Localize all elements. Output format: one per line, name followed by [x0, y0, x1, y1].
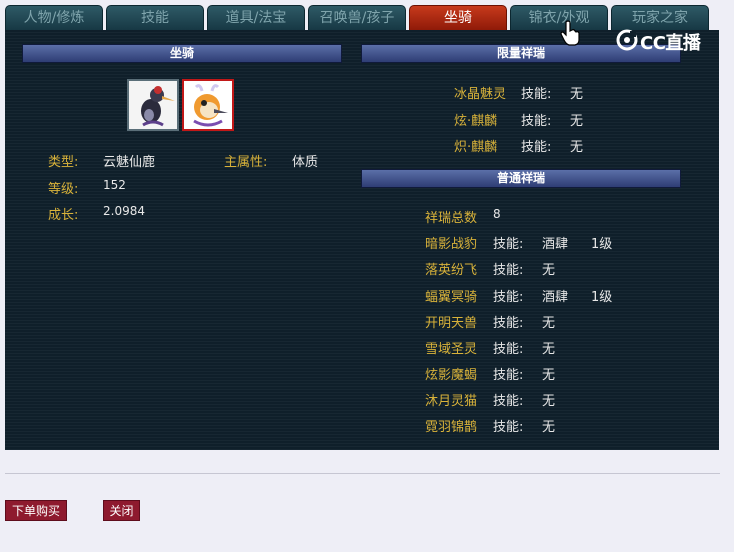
hand-cursor-icon	[560, 20, 580, 46]
growth-value: 2.0984	[103, 204, 145, 218]
normal-skill-3: 酒肆	[542, 290, 569, 305]
normal-name-8: 霓羽锦鹊	[425, 420, 478, 435]
normal-skill-level-1: 1级	[591, 237, 613, 252]
limited-skill-3: 无	[570, 140, 584, 155]
tab-skills[interactable]: 技能	[106, 5, 204, 30]
tab-character[interactable]: 人物/修炼	[5, 5, 103, 30]
mount-portrait-deer[interactable]	[182, 79, 234, 131]
normal-name-3: 蝠翼冥骑	[425, 290, 478, 305]
cc-watermark-text: CC直播	[640, 33, 701, 54]
normal-skill-4: 无	[542, 316, 556, 331]
limited-skill-2: 无	[570, 114, 584, 129]
normal-name-5: 雪域圣灵	[425, 342, 478, 357]
normal-skill-2: 无	[542, 263, 556, 278]
type-label: 类型:	[48, 155, 79, 170]
normal-skill-label-5: 技能:	[493, 342, 524, 357]
tab-items[interactable]: 道具/法宝	[207, 5, 305, 30]
limited-skill-1: 无	[570, 87, 584, 102]
crane-mount-icon	[129, 81, 177, 129]
normal-skill-1: 酒肆	[542, 237, 569, 252]
normal-skill-7: 无	[542, 394, 556, 409]
limited-skill-label-3: 技能:	[521, 140, 552, 155]
close-button[interactable]: 关闭	[103, 500, 140, 521]
cc-logo-icon	[616, 29, 638, 51]
mount-header: 坐骑	[22, 44, 342, 63]
buy-button[interactable]: 下单购买	[5, 500, 67, 521]
normal-skill-label-3: 技能:	[493, 290, 524, 305]
limited-name-2: 炫·麒麟	[454, 114, 498, 129]
tab-mount[interactable]: 坐骑	[409, 5, 507, 30]
limited-skill-label-1: 技能:	[521, 87, 552, 102]
tab-pets[interactable]: 召唤兽/孩子	[308, 5, 406, 30]
level-value: 152	[103, 178, 126, 192]
normal-skill-level-3: 1级	[591, 290, 613, 305]
type-value: 云魅仙鹿	[103, 155, 156, 170]
normal-skill-label-2: 技能:	[493, 263, 524, 278]
mount-portrait-crane[interactable]	[127, 79, 179, 131]
normal-name-1: 暗影战豹	[425, 237, 478, 252]
tab-outfit[interactable]: 锦衣/外观	[510, 5, 608, 30]
normal-skill-label-1: 技能:	[493, 237, 524, 252]
attribute-label: 主属性:	[224, 155, 268, 170]
limited-name-3: 炽·麒麟	[454, 140, 498, 155]
level-label: 等级:	[48, 182, 79, 197]
normal-name-2: 落英纷飞	[425, 263, 478, 278]
normal-name-4: 开明天兽	[425, 316, 478, 331]
mount-panel: 坐骑 类型: 云魅仙鹿 主属性: 体质 等级: 152 成长: 2.0984 限…	[5, 30, 719, 450]
normal-skill-label-7: 技能:	[493, 394, 524, 409]
normal-skill-label-4: 技能:	[493, 316, 524, 331]
divider	[5, 473, 720, 474]
attribute-value: 体质	[292, 155, 319, 170]
tab-bar: 人物/修炼 技能 道具/法宝 召唤兽/孩子 坐骑 锦衣/外观 玩家之家	[5, 5, 713, 30]
normal-skill-5: 无	[542, 342, 556, 357]
normal-name-6: 炫影魔蝎	[425, 368, 478, 383]
normal-skill-8: 无	[542, 420, 556, 435]
cc-watermark: CC直播	[616, 27, 712, 54]
normal-skill-6: 无	[542, 368, 556, 383]
total-value: 8	[493, 207, 501, 221]
normal-skill-label-6: 技能:	[493, 368, 524, 383]
limited-name-1: 冰晶魅灵	[454, 87, 507, 102]
normal-name-7: 沐月灵猫	[425, 394, 478, 409]
deer-mount-icon	[184, 81, 232, 129]
growth-label: 成长:	[48, 208, 79, 223]
normal-skill-label-8: 技能:	[493, 420, 524, 435]
normal-header: 普通祥瑞	[361, 169, 681, 188]
limited-skill-label-2: 技能:	[521, 114, 552, 129]
total-label: 祥瑞总数	[425, 211, 478, 226]
